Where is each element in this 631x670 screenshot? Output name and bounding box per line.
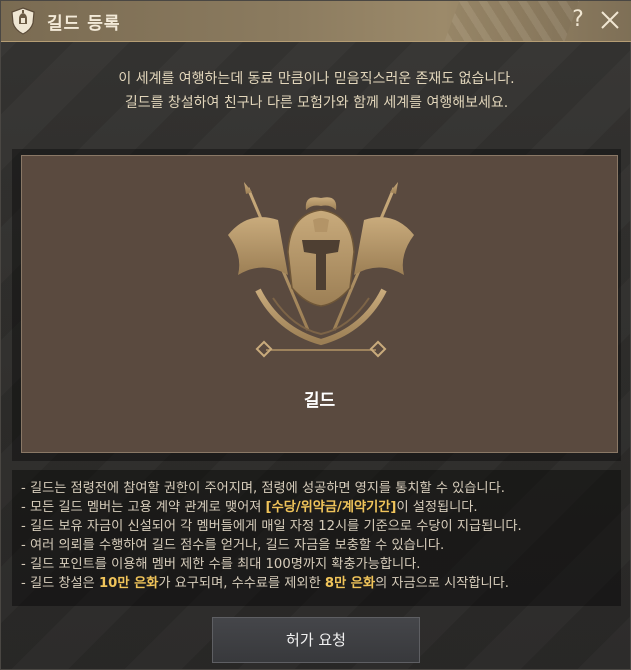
- guild-info-item: - 길드 창설은 10만 은화가 요구되며, 수수료를 제외한 8만 은화의 자…: [21, 574, 522, 593]
- guild-info-item: - 길드는 점령전에 참여할 권한이 주어지며, 점령에 성공하면 영지를 통치…: [21, 479, 522, 498]
- close-icon[interactable]: [598, 8, 622, 32]
- guild-crest-icon: [228, 182, 414, 358]
- guild-info-item: - 여러 의뢰를 수행하여 길드 점수를 얻거나, 길드 자금을 보충할 수 있…: [21, 536, 522, 555]
- guild-info-item: - 모든 길드 멤버는 고용 계약 관계로 맺어져 [수당/위약금/계약기간]이…: [21, 498, 522, 517]
- guild-info-list: - 길드는 점령전에 참여할 권한이 주어지며, 점령에 성공하면 영지를 통치…: [21, 479, 522, 593]
- highlighted-text: 10만 은화: [99, 576, 159, 591]
- info-text: - 길드 창설은: [21, 576, 99, 591]
- intro-line-1: 이 세계를 여행하는데 동료 만큼이나 믿음직스러운 존재도 없습니다.: [118, 71, 515, 87]
- info-text: 가 요구되며, 수수료를 제외한: [158, 576, 325, 591]
- guild-registration-dialog: 길드 등록 ? 이 세계를 여행하는데 동료 만큼이나 믿음직스러운 존재도 없…: [0, 0, 631, 670]
- info-text: - 모든 길드 멤버는 고용 계약 관계로 맺어져: [21, 500, 266, 515]
- title-bar[interactable]: 길드 등록 ?: [1, 1, 631, 42]
- guild-option-card[interactable]: 길드: [21, 155, 618, 453]
- info-text: - 여러 의뢰를 수행하여 길드 점수를 얻거나, 길드 자금을 보충할 수 있…: [21, 538, 445, 553]
- intro-line-2: 길드를 창설하여 친구나 다른 모험가와 함께 세계를 여행해보세요.: [124, 95, 509, 111]
- title-bar-decoration: [437, 1, 587, 41]
- info-text: 의 자금으로 시작합니다.: [375, 576, 509, 591]
- guild-info-item: - 길드 보유 자금이 신설되어 각 멤버들에게 매일 자정 12시를 기준으로…: [21, 517, 522, 536]
- info-text: - 길드 포인트를 이용해 멤버 제한 수를 최대 100명까지 확충가능합니다…: [21, 557, 421, 572]
- intro-text: 이 세계를 여행하는데 동료 만큼이나 믿음직스러운 존재도 없습니다. 길드를…: [1, 67, 631, 115]
- guild-info-item: - 길드 포인트를 이용해 멤버 제한 수를 최대 100명까지 확충가능합니다…: [21, 555, 522, 574]
- help-button[interactable]: ?: [566, 7, 590, 33]
- dialog-title: 길드 등록: [47, 14, 121, 34]
- info-text: - 길드는 점령전에 참여할 권한이 주어지며, 점령에 성공하면 영지를 통치…: [21, 481, 505, 496]
- guild-info-box: - 길드는 점령전에 참여할 권한이 주어지며, 점령에 성공하면 영지를 통치…: [12, 470, 621, 606]
- guild-shield-icon: [11, 7, 35, 35]
- guild-card-label: 길드: [303, 391, 336, 411]
- info-text: - 길드 보유 자금이 신설되어 각 멤버들에게 매일 자정 12시를 기준으로…: [21, 519, 522, 534]
- highlighted-text: [수당/위약금/계약기간]: [265, 500, 397, 515]
- info-text: 이 설정됩니다.: [396, 500, 478, 515]
- request-permission-button[interactable]: 허가 요청: [212, 617, 420, 663]
- highlighted-text: 8만 은화: [324, 576, 376, 591]
